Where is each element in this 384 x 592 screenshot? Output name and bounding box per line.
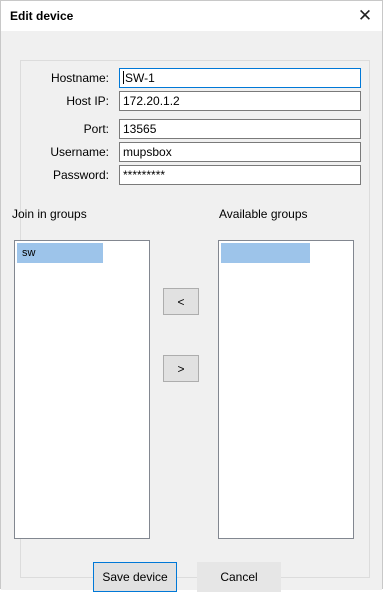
username-label: Username:	[50, 145, 109, 159]
close-icon[interactable]: ✕	[348, 1, 382, 31]
available-groups-label: Available groups	[219, 207, 308, 221]
cancel-button[interactable]: Cancel	[197, 562, 281, 592]
hostname-field[interactable]: SW-1	[119, 68, 361, 88]
title-bar: Edit device ✕	[1, 1, 382, 31]
username-field[interactable]: mupsbox	[119, 142, 361, 162]
text-caret	[123, 71, 124, 84]
move-right-button[interactable]: >	[163, 355, 199, 382]
list-item[interactable]: sw	[17, 243, 103, 263]
password-label: Password:	[52, 168, 109, 182]
device-form-panel: Hostname: SW-1 Host IP: 172.20.1.2 Port:…	[12, 60, 370, 578]
host-ip-label: Host IP:	[66, 94, 109, 108]
hostname-label: Hostname:	[50, 71, 109, 85]
dialog-title: Edit device	[10, 9, 74, 23]
move-left-button[interactable]: <	[163, 288, 199, 315]
join-groups-label: Join in groups	[12, 207, 87, 221]
joined-groups-list[interactable]: sw	[14, 240, 150, 539]
port-field[interactable]: 13565	[119, 119, 361, 139]
available-groups-list[interactable]	[218, 240, 354, 539]
list-item[interactable]	[221, 243, 310, 263]
edit-device-dialog: Edit device ✕ Hostname: SW-1 Host IP: 17…	[0, 0, 383, 592]
dialog-body: Hostname: SW-1 Host IP: 172.20.1.2 Port:…	[1, 31, 382, 592]
port-label: Port:	[83, 122, 109, 136]
host-ip-field[interactable]: 172.20.1.2	[119, 91, 361, 111]
password-field[interactable]: *********	[119, 165, 361, 185]
save-device-button[interactable]: Save device	[93, 562, 177, 592]
hostname-value: SW-1	[125, 71, 155, 85]
